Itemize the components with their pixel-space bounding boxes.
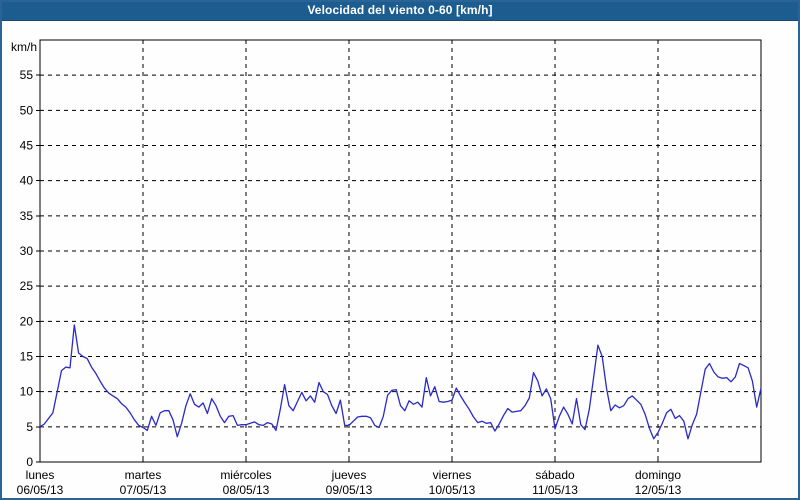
- date-label: 08/05/13: [223, 483, 270, 497]
- day-label: lunes: [26, 468, 55, 482]
- y-tick-label: 50: [20, 103, 34, 117]
- y-tick-label: 20: [20, 314, 34, 328]
- y-axis-unit-label: km/h: [11, 40, 37, 54]
- y-tick-label: 30: [20, 244, 34, 258]
- date-label: 09/05/13: [326, 483, 373, 497]
- day-label: martes: [125, 468, 162, 482]
- y-tick-label: 15: [20, 350, 34, 364]
- y-tick-label: 0: [26, 455, 33, 469]
- wind-speed-line: [39, 324, 762, 440]
- date-label: 07/05/13: [120, 483, 167, 497]
- y-tick-label: 5: [26, 420, 33, 434]
- wind-speed-widget: Velocidad del viento 0-60 [km/h] km/h 0 5…: [0, 0, 800, 500]
- date-label: 12/05/13: [635, 483, 682, 497]
- day-label: viernes: [433, 468, 472, 482]
- date-label: 11/05/13: [532, 483, 578, 497]
- date-label: 10/05/13: [429, 483, 476, 497]
- day-label: miércoles: [220, 468, 271, 482]
- y-tick-label: 25: [20, 279, 34, 293]
- y-tick-label: 55: [20, 68, 34, 82]
- day-label: domingo: [635, 468, 681, 482]
- chart-title-bar: Velocidad del viento 0-60 [km/h]: [0, 0, 800, 21]
- date-label: 06/05/13: [17, 483, 64, 497]
- y-tick-label: 35: [20, 209, 34, 223]
- wind-speed-chart: km/h 0 5 10 15 20 25 30 35 40 45 50 55 lunes06/05/13…: [11, 39, 762, 497]
- day-label: sábado: [535, 468, 575, 482]
- chart-title: Velocidad del viento 0-60 [km/h]: [307, 3, 493, 17]
- y-tick-label: 10: [20, 385, 34, 399]
- day-label: jueves: [331, 468, 367, 482]
- y-tick-label: 45: [20, 139, 34, 153]
- y-tick-label: 40: [20, 174, 34, 188]
